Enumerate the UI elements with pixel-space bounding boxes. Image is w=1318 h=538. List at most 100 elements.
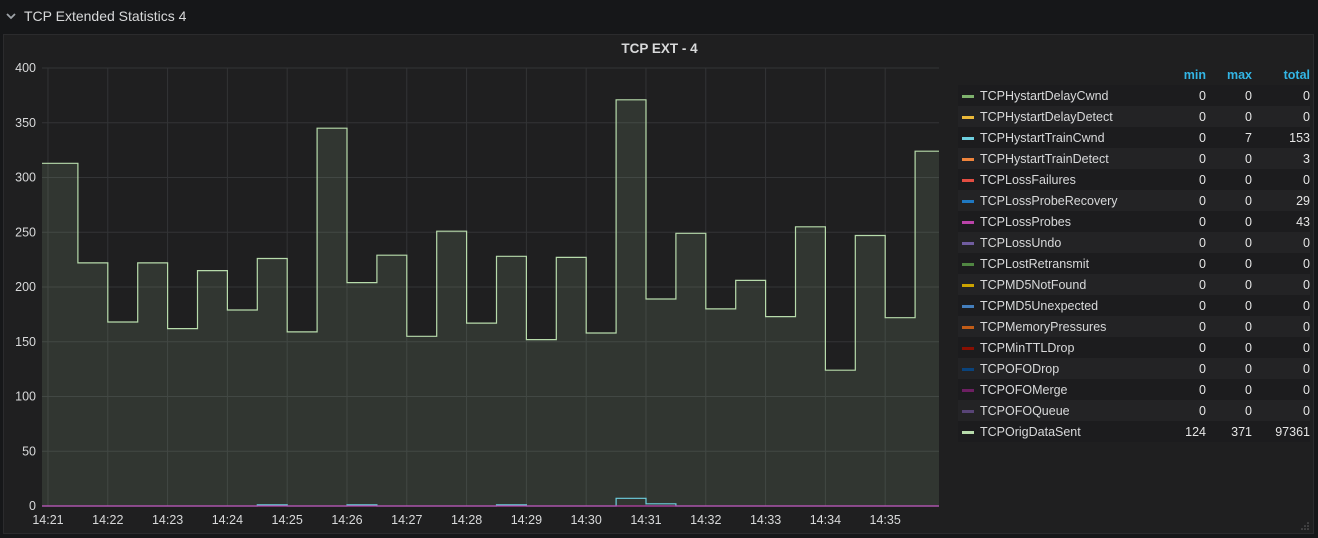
legend-series[interactable]: TCPLossFailures (958, 169, 1161, 190)
legend-series-name[interactable]: TCPMinTTLDrop (980, 341, 1074, 355)
legend-max-value: 0 (1206, 400, 1252, 421)
legend-series-name[interactable]: TCPMD5NotFound (980, 278, 1086, 292)
row-title[interactable]: TCP Extended Statistics 4 (24, 8, 186, 24)
legend-series[interactable]: TCPMD5Unexpected (958, 295, 1161, 316)
legend-item[interactable]: TCPOFOMerge 0 0 0 (958, 379, 1310, 400)
legend-series[interactable]: TCPLossProbes (958, 211, 1161, 232)
legend-series-name[interactable]: TCPOFOQueue (980, 404, 1070, 418)
legend-item[interactable]: TCPHystartTrainDetect 0 0 3 (958, 148, 1310, 169)
legend-total-value: 0 (1252, 295, 1310, 316)
legend-item[interactable]: TCPLossUndo 0 0 0 (958, 232, 1310, 253)
legend-series-name[interactable]: TCPHystartDelayDetect (980, 110, 1113, 124)
legend-series[interactable]: TCPLossProbeRecovery (958, 190, 1161, 211)
legend-item[interactable]: TCPOFODrop 0 0 0 (958, 358, 1310, 379)
legend-min-value: 124 (1161, 421, 1206, 442)
legend-color-icon[interactable] (962, 367, 974, 371)
legend-series-name[interactable]: TCPLostRetransmit (980, 257, 1089, 271)
legend-min-value: 0 (1161, 379, 1206, 400)
legend-max-value: 0 (1206, 337, 1252, 358)
chevron-down-icon[interactable] (4, 9, 18, 23)
legend-color-icon[interactable] (962, 220, 974, 224)
legend-series[interactable]: TCPMD5NotFound (958, 274, 1161, 295)
legend-series[interactable]: TCPOFOQueue (958, 400, 1161, 421)
y-tick-label: 300 (15, 171, 36, 185)
legend-series-name[interactable]: TCPLossProbes (980, 215, 1071, 229)
legend-series-name[interactable]: TCPHystartDelayCwnd (980, 89, 1109, 103)
legend-series-name[interactable]: TCPLossUndo (980, 236, 1061, 250)
legend-item[interactable]: TCPMinTTLDrop 0 0 0 (958, 337, 1310, 358)
legend-item[interactable]: TCPMD5Unexpected 0 0 0 (958, 295, 1310, 316)
x-tick-label: 14:21 (32, 513, 63, 527)
legend-color-icon[interactable] (962, 94, 974, 98)
legend-series[interactable]: TCPMemoryPressures (958, 316, 1161, 337)
legend-item[interactable]: TCPOFOQueue 0 0 0 (958, 400, 1310, 421)
legend-series[interactable]: TCPHystartTrainCwnd (958, 127, 1161, 148)
legend-item[interactable]: TCPHystartDelayDetect 0 0 0 (958, 106, 1310, 127)
legend-color-icon[interactable] (962, 241, 974, 245)
legend-item[interactable]: TCPOrigDataSent 124 371 97361 (958, 421, 1310, 442)
legend-header-total[interactable]: total (1252, 65, 1310, 85)
legend-max-value: 0 (1206, 253, 1252, 274)
legend-min-value: 0 (1161, 295, 1206, 316)
legend-series[interactable]: TCPHystartDelayDetect (958, 106, 1161, 127)
legend-color-icon[interactable] (962, 325, 974, 329)
legend-series-name[interactable]: TCPLossProbeRecovery (980, 194, 1118, 208)
legend-color-icon[interactable] (962, 346, 974, 350)
graph-area[interactable]: 0 50 100 150 200 250 300 350 400 14:21 14:22 14:23 1… (4, 35, 954, 535)
legend-color-icon[interactable] (962, 304, 974, 308)
legend-series[interactable]: TCPOrigDataSent (958, 421, 1161, 442)
legend-item[interactable]: TCPLostRetransmit 0 0 0 (958, 253, 1310, 274)
legend-total-value: 0 (1252, 400, 1310, 421)
legend-header-min[interactable]: min (1161, 65, 1206, 85)
legend-item[interactable]: TCPLossProbes 0 0 43 (958, 211, 1310, 232)
legend-series[interactable]: TCPMinTTLDrop (958, 337, 1161, 358)
resize-handle-icon[interactable] (1301, 522, 1309, 530)
legend-series-name[interactable]: TCPLossFailures (980, 173, 1076, 187)
legend-item[interactable]: TCPHystartTrainCwnd 0 7 153 (958, 127, 1310, 148)
legend-series-name[interactable]: TCPHystartTrainCwnd (980, 131, 1105, 145)
legend-color-icon[interactable] (962, 136, 974, 140)
legend-series[interactable]: TCPLostRetransmit (958, 253, 1161, 274)
legend-item[interactable]: TCPMemoryPressures 0 0 0 (958, 316, 1310, 337)
legend-color-icon[interactable] (962, 283, 974, 287)
legend-item[interactable]: TCPMD5NotFound 0 0 0 (958, 274, 1310, 295)
legend-series-name[interactable]: TCPOFODrop (980, 362, 1059, 376)
y-tick-label: 100 (15, 390, 36, 404)
legend-series-name[interactable]: TCPOrigDataSent (980, 425, 1081, 439)
legend-header-max[interactable]: max (1206, 65, 1252, 85)
legend-min-value: 0 (1161, 211, 1206, 232)
legend-color-icon[interactable] (962, 430, 974, 434)
legend-min-value: 0 (1161, 85, 1206, 106)
legend-series[interactable]: TCPHystartDelayCwnd (958, 85, 1161, 106)
legend-min-value: 0 (1161, 169, 1206, 190)
legend-max-value: 0 (1206, 190, 1252, 211)
legend-series-name[interactable]: TCPHystartTrainDetect (980, 152, 1109, 166)
legend-item[interactable]: TCPLossFailures 0 0 0 (958, 169, 1310, 190)
legend-max-value: 0 (1206, 211, 1252, 232)
legend-color-icon[interactable] (962, 262, 974, 266)
legend-series-name[interactable]: TCPMD5Unexpected (980, 299, 1098, 313)
legend-color-icon[interactable] (962, 157, 974, 161)
x-tick-label: 14:22 (92, 513, 123, 527)
legend-series[interactable]: TCPLossUndo (958, 232, 1161, 253)
legend-series[interactable]: TCPOFOMerge (958, 379, 1161, 400)
legend-color-icon[interactable] (962, 115, 974, 119)
legend-color-icon[interactable] (962, 199, 974, 203)
legend-color-icon[interactable] (962, 178, 974, 182)
legend-series-name[interactable]: TCPOFOMerge (980, 383, 1068, 397)
legend-total-value: 29 (1252, 190, 1310, 211)
legend-item[interactable]: TCPLossProbeRecovery 0 0 29 (958, 190, 1310, 211)
legend-series[interactable]: TCPHystartTrainDetect (958, 148, 1161, 169)
legend-min-value: 0 (1161, 358, 1206, 379)
x-tick-label: 14:29 (511, 513, 542, 527)
legend-series-name[interactable]: TCPMemoryPressures (980, 320, 1106, 334)
legend-series[interactable]: TCPOFODrop (958, 358, 1161, 379)
legend-total-value: 0 (1252, 253, 1310, 274)
legend-total-value: 43 (1252, 211, 1310, 232)
legend-total-value: 0 (1252, 85, 1310, 106)
legend-color-icon[interactable] (962, 409, 974, 413)
panel-title[interactable]: TCP EXT - 4 (4, 41, 1315, 56)
legend-color-icon[interactable] (962, 388, 974, 392)
row-header[interactable]: TCP Extended Statistics 4 (0, 0, 1318, 32)
legend-item[interactable]: TCPHystartDelayCwnd 0 0 0 (958, 85, 1310, 106)
